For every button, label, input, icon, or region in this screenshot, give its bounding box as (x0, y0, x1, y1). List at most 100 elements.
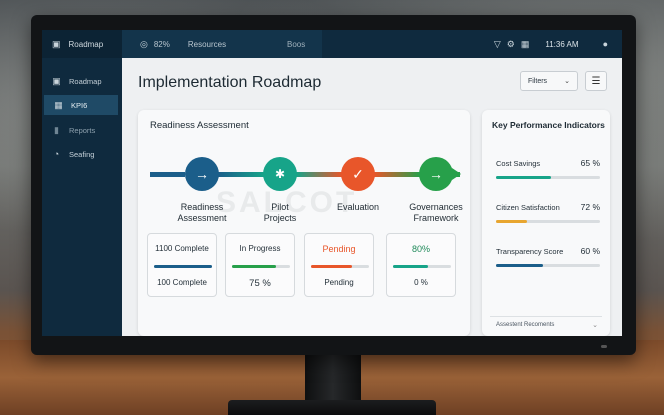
stat-top: 80% (411, 244, 430, 254)
gauge-icon: ◎ (140, 38, 148, 49)
stat-bottom: 75 % (249, 278, 271, 289)
stat-top: In Progress (239, 244, 281, 253)
kpi-name: Transparency Score (496, 247, 564, 256)
check-icon: ✓ (352, 165, 364, 182)
sidebar-item-label: Roadmap (69, 76, 102, 86)
hamburger-icon: ☰ (591, 75, 601, 87)
sidebar-item-kpi[interactable]: ▦ KPI6 (44, 95, 118, 115)
kpi-value: 65 % (580, 158, 600, 168)
step-pilot[interactable]: ✱ (263, 157, 297, 191)
brand-label: Roadmap (68, 39, 104, 49)
chevron-down-icon: ⌄ (592, 321, 598, 329)
zoom-label: 82% (153, 39, 170, 49)
readiness-card: Readiness Assessment SALCOT → ✱ ✓ → Read… (138, 110, 470, 336)
step-label-line: Assessment (177, 213, 227, 223)
grid-icon: ▦ (54, 99, 63, 110)
stat-box-pilot: In Progress 75 % (225, 233, 295, 297)
kpi-title: Key Performance Indicators (492, 120, 605, 130)
step-readiness[interactable]: → (185, 157, 219, 191)
sidebar-item-label: KPI6 (71, 100, 88, 110)
stat-top: Pending (322, 244, 356, 254)
step-label-line: Framework (413, 213, 459, 223)
boos-tab[interactable]: Boos (287, 30, 305, 58)
wrench-icon[interactable]: ⚙ (507, 39, 515, 49)
resources-tab[interactable]: Resources (188, 40, 226, 49)
kpi-name: Citizen Satisfaction (496, 203, 560, 212)
top-right-tools: ▽ ⚙ ▦ 11:36 AM ● (494, 30, 608, 58)
resources-label: Resources (187, 39, 227, 49)
step-label-line: Governances (409, 202, 463, 212)
filters-dropdown[interactable]: Filters ⌄ (520, 71, 578, 91)
step-label-line: Projects (263, 213, 297, 223)
stat-box-evaluation: Pending Pending (304, 233, 374, 297)
footer-label: Assestent Recoments (496, 321, 555, 328)
chevron-down-icon: ⌄ (564, 77, 570, 85)
stat-progress-fill (393, 265, 428, 268)
zoom-tab[interactable]: ◎ 82% (140, 38, 170, 49)
main-content: Implementation Roadmap Filters ⌄ ☰ Readi… (122, 58, 622, 336)
stat-bottom: 100 Complete (157, 278, 207, 287)
kpi-progress-fill (496, 220, 528, 223)
step-governance[interactable]: → (419, 157, 453, 191)
step-label: Pilot Projects (240, 202, 320, 224)
sidebar-item-roadmap[interactable]: ▣ Roadmap (42, 71, 122, 91)
connector-start (150, 172, 185, 177)
screen: ▣ Roadmap ◎ 82% Resources Boos ▽ ⚙ ▦ 11:… (42, 30, 622, 336)
step-label-line: Readiness (180, 202, 224, 212)
pie-icon: ◔ (53, 148, 60, 159)
monitor-stand-neck (305, 355, 361, 405)
sidebar-item-reports[interactable]: ▮ Reports (42, 120, 122, 140)
boos-label: Boos (287, 39, 306, 49)
stat-progress-fill (232, 265, 276, 268)
stat-progress-bar (154, 265, 212, 268)
stat-progress-bar (311, 265, 369, 268)
step-label-line: Pilot (271, 202, 289, 212)
kpi-progress-bar (496, 176, 600, 179)
filter-icon[interactable]: ▽ (494, 39, 501, 49)
top-bar: ▣ Roadmap ◎ 82% Resources Boos ▽ ⚙ ▦ 11:… (42, 30, 622, 58)
step-evaluation[interactable]: ✓ (341, 157, 375, 191)
assessment-recommendations-dropdown[interactable]: Assestent Recoments ⌄ (490, 316, 602, 332)
filters-label: Filters (528, 77, 548, 85)
bluetooth-icon: ✱ (274, 167, 286, 181)
stat-box-readiness: 1100 Complete 100 Complete (147, 233, 217, 297)
dashboard-icon[interactable]: ▦ (521, 39, 530, 49)
step-label: Readiness Assessment (162, 202, 242, 224)
kpi-progress-fill (496, 176, 552, 179)
stat-top: 1100 Complete (155, 244, 209, 253)
kpi-progress-bar (496, 220, 600, 223)
arrow-head (452, 168, 461, 180)
arrow-right-icon: → (195, 166, 209, 182)
stat-progress-bar (393, 265, 451, 268)
monitor-stand-base (228, 400, 436, 415)
kpi-progress-fill (496, 264, 543, 267)
menu-button[interactable]: ☰ (585, 71, 607, 91)
sidebar-item-seafing[interactable]: ◔ Seafing (42, 144, 122, 164)
panel-icon: ▣ (52, 38, 61, 49)
kpi-progress-bar (496, 264, 600, 267)
connector-2 (296, 172, 342, 177)
calendar-icon: ▣ (52, 75, 61, 86)
kpi-card: Key Performance Indicators Cost Savings … (482, 110, 610, 336)
step-label: Governances Framework (396, 202, 476, 224)
stat-progress-fill (311, 265, 352, 268)
step-label: Evaluation (318, 202, 398, 213)
readiness-title: Readiness Assessment (150, 120, 249, 131)
connector-3 (374, 172, 420, 177)
kpi-name: Cost Savings (496, 159, 541, 168)
kpi-value: 72 % (580, 202, 600, 212)
stat-progress-fill (154, 265, 212, 268)
stat-bottom: Pending (324, 278, 354, 287)
stat-box-governance: 80% 0 % (386, 233, 456, 297)
sidebar-item-label: Reports (69, 125, 96, 135)
mic-icon[interactable]: ● (603, 39, 608, 49)
sidebar-item-label: Seafing (69, 149, 95, 159)
power-indicator (601, 345, 607, 348)
brand-tab[interactable]: ▣ Roadmap (42, 30, 122, 58)
bar-chart-icon: ▮ (54, 124, 59, 135)
arrow-right-icon: → (429, 166, 443, 182)
page-title: Implementation Roadmap (138, 74, 322, 91)
stat-progress-bar (232, 265, 290, 268)
clock-time: 11:36 AM (545, 39, 579, 49)
kpi-value: 60 % (580, 246, 600, 256)
